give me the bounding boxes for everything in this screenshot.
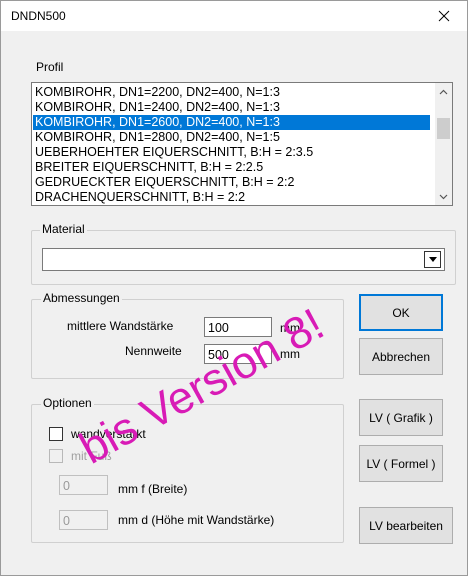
abbrechen-button[interactable]: Abbrechen [359,338,443,375]
chevron-up-icon [439,89,448,94]
list-item-selected[interactable]: KOMBIROHR, DN1=2600, DN2=400, N=1:3 [33,115,430,130]
list-item[interactable]: GEDRUECKTER EIQUERSCHNITT, B:H = 2:2 [33,175,430,190]
material-dropdown-button[interactable] [424,251,441,268]
material-label: Material [40,222,87,236]
abmessungen-label: Abmessungen [41,291,122,305]
window-title: DNDN500 [11,9,66,23]
wandstaerke-label: mittlere Wandstärke [67,319,174,333]
scroll-up-button[interactable] [435,83,452,100]
material-combobox[interactable] [42,248,445,271]
list-item[interactable]: UEBERHOEHTER EIQUERSCHNITT, B:H = 2:3.5 [33,145,430,160]
list-item[interactable]: DRACHENQUERSCHNITT, B:H = 2:2 [33,190,430,205]
hoehe-label: mm d (Höhe mit Wandstärke) [118,513,275,527]
list-item[interactable]: KOMBIROHR, DN1=2400, DN2=400, N=1:3 [33,100,430,115]
lv-formel-button[interactable]: LV ( Formel ) [359,445,443,482]
nennweite-label: Nennweite [125,344,182,358]
breite-input[interactable]: 0 [59,475,108,495]
ok-button[interactable]: OK [359,294,443,331]
chevron-down-icon [439,194,448,199]
wandverstaerkt-checkbox[interactable] [49,427,63,441]
close-button[interactable] [421,1,467,31]
dropdown-arrow-icon [428,257,437,262]
hoehe-input[interactable]: 0 [59,510,108,530]
title-bar: DNDN500 [1,1,467,31]
close-icon [438,10,450,22]
list-item[interactable]: BREITER EIQUERSCHNITT, B:H = 2:2.5 [33,160,430,175]
lv-bearbeiten-button[interactable]: LV bearbeiten [359,507,453,544]
mitfuss-checkbox[interactable] [49,449,63,463]
breite-label: mm f (Breite) [118,482,188,496]
dialog-window: DNDN500 Profil KOMBIROHR, DN1=2200, DN2=… [0,0,468,576]
list-item[interactable]: KOMBIROHR, DN1=2200, DN2=400, N=1:3 [33,85,430,100]
scroll-down-button[interactable] [435,188,452,205]
lv-grafik-button[interactable]: LV ( Grafik ) [359,399,443,436]
profil-label: Profil [36,60,64,74]
profil-listbox[interactable]: KOMBIROHR, DN1=2200, DN2=400, N=1:3 KOMB… [31,82,453,206]
optionen-label: Optionen [41,396,94,410]
list-item[interactable]: KOMBIROHR, DN1=2800, DN2=400, N=1:5 [33,130,430,145]
listbox-scrollbar[interactable] [435,83,452,205]
scroll-thumb[interactable] [437,118,450,139]
